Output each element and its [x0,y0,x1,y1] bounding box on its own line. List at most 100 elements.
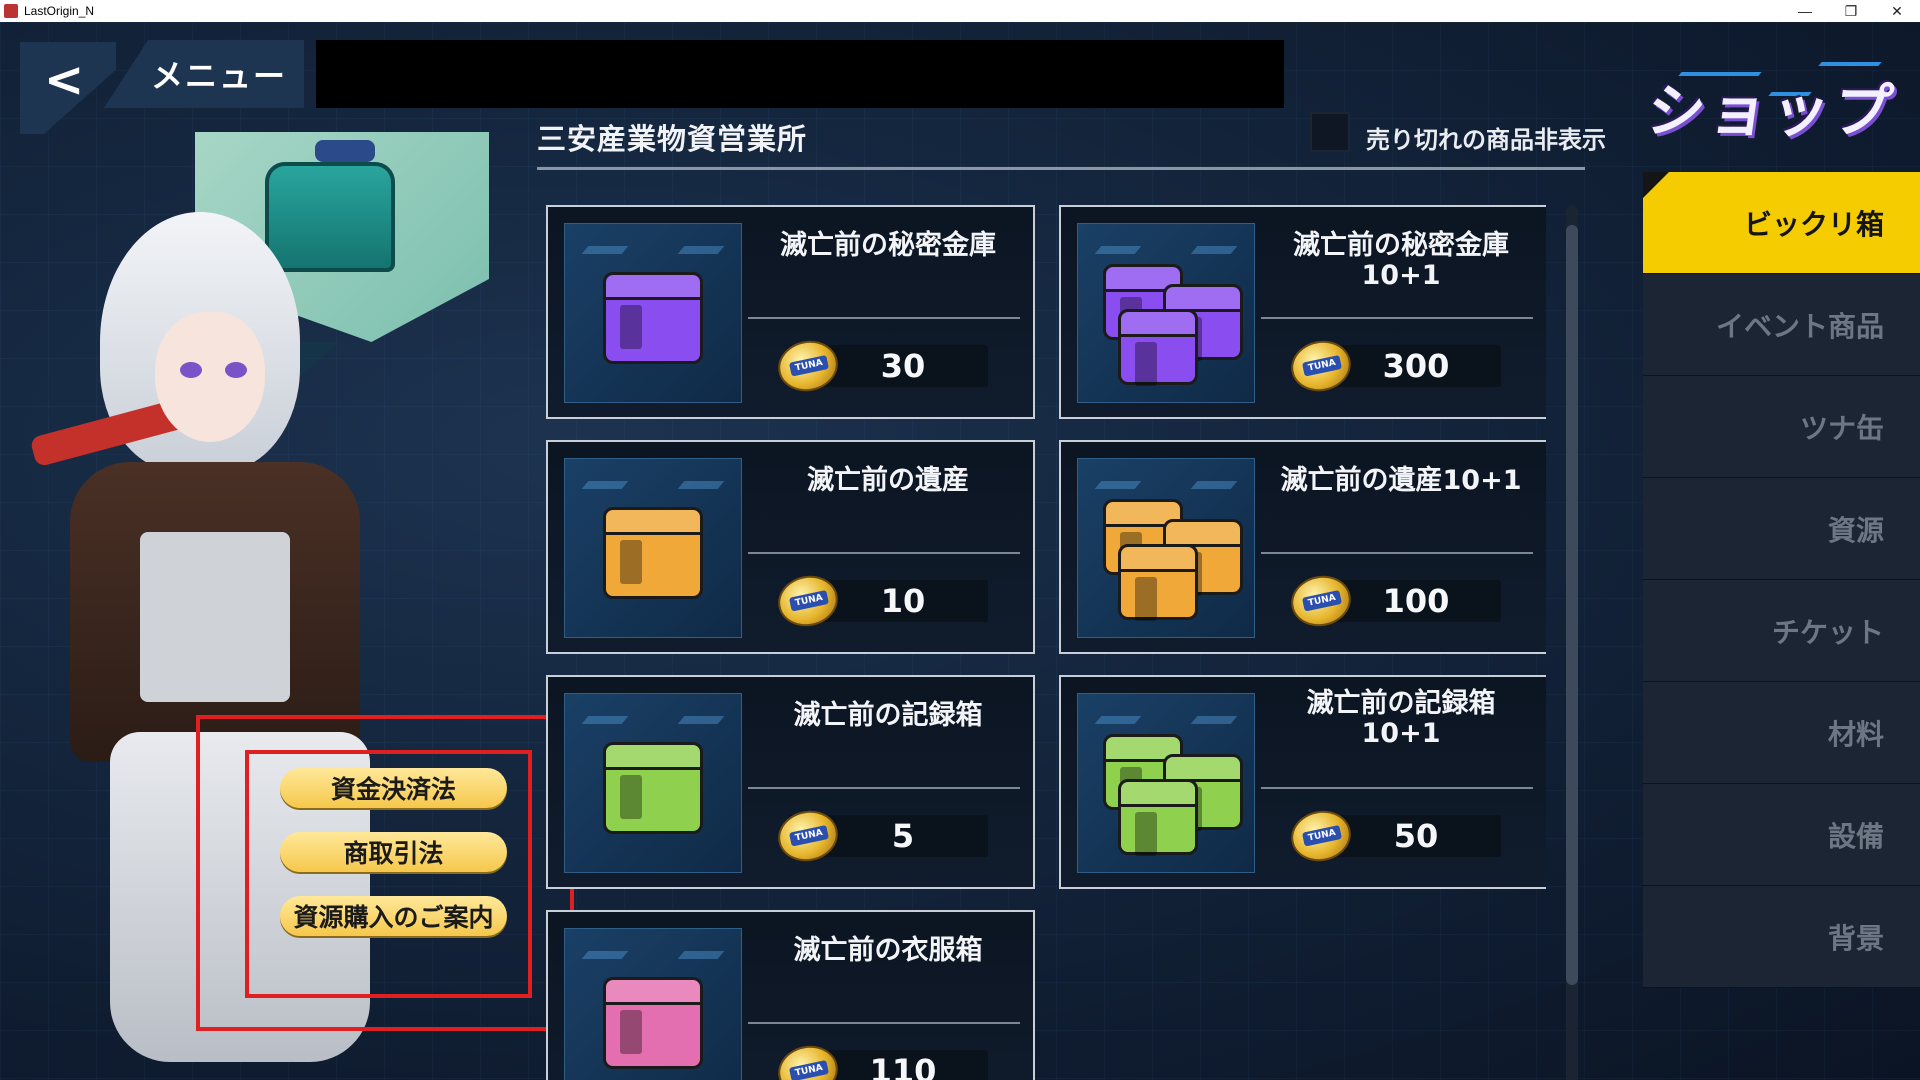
category-tab[interactable]: 資源 [1643,478,1920,580]
category-sidebar: ビックリ箱 イベント商品 ツナ缶 資源 チケット 材料 設備 背景 [1643,172,1920,1080]
game-viewport: < メニュー 資金決済法 商取引法 資源購入のご案内 三安産業物資営業所 売り切… [0,22,1920,1080]
product-thumbnail [1077,223,1255,403]
crate-panel [620,540,642,584]
store-name: 三安産業物資営業所 [537,122,808,156]
product-thumbnail [564,928,742,1080]
product-thumbnail [564,223,742,403]
crate-lid [606,510,700,535]
crate-icon [1118,309,1198,386]
category-tab[interactable]: 材料 [1643,682,1920,784]
minimize-button[interactable]: — [1782,3,1828,19]
tuna-coin-label: TUNA [788,589,830,612]
product-price: 100 [1382,582,1450,620]
crate-icon [1118,779,1198,856]
crate-panel [620,775,642,819]
window-titlebar: LastOrigin_N — ❐ ✕ [0,0,1920,22]
crate-icon [603,507,703,599]
product-name: 滅亡前の遺産10+1 [1280,465,1522,496]
product-thumbnail [564,693,742,873]
category-tab[interactable]: チケット [1643,580,1920,682]
product-price: 110 [869,1052,937,1080]
product-card[interactable]: 滅亡前の記録箱 TUNA 5 [546,675,1035,889]
product-divider [748,787,1020,789]
character-face [155,312,265,442]
category-tab[interactable]: ツナ缶 [1643,376,1920,478]
product-card[interactable]: 滅亡前の衣服箱 TUNA 110 [546,910,1035,1080]
product-card[interactable]: 滅亡前の秘密金庫 TUNA 30 [546,205,1035,419]
app-icon [4,4,18,18]
product-divider [748,552,1020,554]
product-name: 滅亡前の衣服箱 [793,935,983,966]
crate-icon [603,272,703,364]
product-price: 5 [891,817,915,855]
crate-lid [606,275,700,300]
crate-panel [1135,812,1157,856]
category-tab[interactable]: 背景 [1643,886,1920,988]
crate-icon [603,742,703,834]
category-tab[interactable]: 設備 [1643,784,1920,886]
product-name: 滅亡前の遺産 [807,465,969,496]
close-button[interactable]: ✕ [1874,3,1920,20]
chevron-left-icon: < [44,52,85,108]
category-tab[interactable]: ビックリ箱 [1643,172,1920,274]
redacted-bar [316,40,1284,108]
product-grid: 滅亡前の秘密金庫 TUNA 30 滅亡前の秘密金庫10+1 TUNA 300 滅亡前の遺産 T… [546,205,1546,1080]
product-price: 30 [880,347,926,385]
menu-button[interactable]: メニュー [104,40,304,108]
window-title: LastOrigin_N [24,4,95,18]
crate-panel [1135,342,1157,386]
product-thumbnail [564,458,742,638]
character-eye-right [225,362,247,378]
crate-lid [1121,782,1195,807]
hide-soldout-label: 売り切れの商品非表示 [1366,126,1606,154]
product-divider [1261,317,1533,319]
header-divider [537,167,1585,170]
product-price: 300 [1382,347,1450,385]
product-name: 滅亡前の記録箱 10+1 [1306,688,1496,749]
resource-purchase-guide-button[interactable]: 資源購入のご案内 [280,896,507,936]
commerce-act-button[interactable]: 商取引法 [280,832,507,872]
product-divider [748,1022,1020,1024]
product-scrollbar[interactable] [1566,205,1578,1080]
crate-icon [1118,544,1198,621]
character-apron [140,532,290,702]
maximize-button[interactable]: ❐ [1828,3,1874,20]
crate-lid [1121,312,1195,337]
crate-lid [606,745,700,770]
crate-icon [603,977,703,1069]
product-price: 10 [880,582,926,620]
product-name: 滅亡前の記録箱 [793,700,983,731]
tuna-coin-icon: TUNA [773,1040,843,1080]
crate-panel [620,305,642,349]
product-name: 滅亡前の秘密金庫10+1 [1293,230,1509,291]
crate-lid [606,980,700,1005]
hide-soldout-checkbox[interactable] [1310,112,1350,152]
crate-panel [1135,577,1157,621]
tuna-coin-label: TUNA [788,824,830,847]
product-card[interactable]: 滅亡前の遺産 TUNA 10 [546,440,1035,654]
product-card[interactable]: 滅亡前の記録箱 10+1 TUNA 50 [1059,675,1546,889]
payment-act-button[interactable]: 資金決済法 [280,768,507,808]
tuna-coin-label: TUNA [1301,589,1343,612]
product-divider [748,317,1020,319]
product-price: 50 [1393,817,1439,855]
product-name: 滅亡前の秘密金庫 [780,230,996,261]
robot-cap [315,140,375,162]
tuna-coin-label: TUNA [1301,824,1343,847]
crate-lid [1121,547,1195,572]
product-card[interactable]: 滅亡前の秘密金庫10+1 TUNA 300 [1059,205,1546,419]
character-eye-left [180,362,202,378]
shop-logo-text: ショップ [1642,77,1901,145]
product-divider [1261,787,1533,789]
category-tab[interactable]: イベント商品 [1643,274,1920,376]
crate-panel [620,1010,642,1054]
product-card[interactable]: 滅亡前の遺産10+1 TUNA 100 [1059,440,1546,654]
scrollbar-thumb[interactable] [1566,225,1578,985]
product-thumbnail [1077,693,1255,873]
tuna-coin-label: TUNA [788,354,830,377]
tuna-coin-label: TUNA [1301,354,1343,377]
product-thumbnail [1077,458,1255,638]
tuna-coin-label: TUNA [788,1059,830,1080]
back-button[interactable]: < [20,42,116,134]
product-divider [1261,552,1533,554]
